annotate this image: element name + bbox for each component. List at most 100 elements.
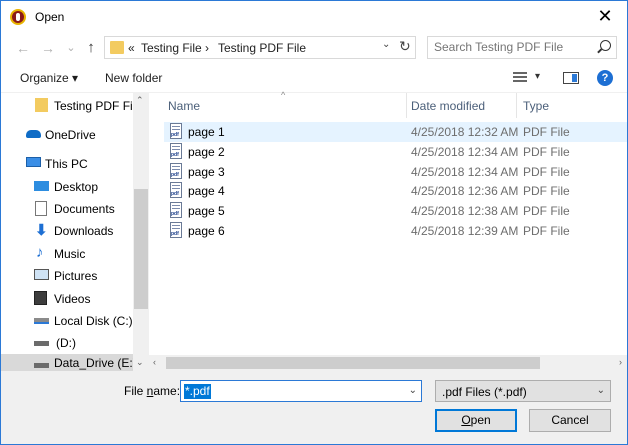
file-date: 4/25/2018 12:34 AM xyxy=(411,145,519,159)
file-name-label-part: File xyxy=(124,384,147,398)
pictures-icon xyxy=(34,269,49,280)
scroll-right-icon[interactable]: › xyxy=(619,357,622,367)
local-disk-icon xyxy=(34,318,49,324)
file-row[interactable]: page 6 4/25/2018 12:39 AM PDF File xyxy=(164,221,627,241)
file-name-field[interactable]: *.pdf ⌄ xyxy=(180,380,422,402)
nav-item-this-pc[interactable]: This PC xyxy=(1,153,133,175)
file-date: 4/25/2018 12:39 AM xyxy=(411,224,519,238)
chevron-down-icon[interactable]: ⌄ xyxy=(382,39,390,50)
column-header-name[interactable]: Name xyxy=(168,93,200,118)
window-title: Open xyxy=(35,10,65,24)
nav-item-music[interactable]: ♪ Music xyxy=(1,243,133,265)
organize-button[interactable]: Organize ▾ xyxy=(20,71,78,85)
breadcrumb-item-testing-pdf-file[interactable]: Testing PDF File xyxy=(218,41,306,55)
file-type: PDF File xyxy=(523,224,570,238)
nav-item-data-drive-e[interactable]: Data_Drive (E:) xyxy=(1,354,137,371)
nav-item-videos[interactable]: Videos xyxy=(1,288,133,310)
file-name-label-part: ame: xyxy=(153,384,181,398)
pdf-file-icon xyxy=(170,202,182,218)
chevron-down-icon[interactable]: ⌄ xyxy=(597,385,605,396)
view-dropdown-icon[interactable]: ▾ xyxy=(535,71,540,82)
file-date: 4/25/2018 12:32 AM xyxy=(411,125,519,139)
nav-item-downloads[interactable]: ⬇ Downloads xyxy=(1,220,133,242)
nav-item-label: Downloads xyxy=(54,224,114,238)
file-row[interactable]: page 2 4/25/2018 12:34 AM PDF File xyxy=(164,142,627,162)
search-icon[interactable] xyxy=(600,40,611,51)
nav-item-label: Testing PDF File xyxy=(54,99,143,113)
app-icon xyxy=(10,9,26,25)
onedrive-icon xyxy=(26,130,41,138)
open-button[interactable]: Open xyxy=(435,409,517,432)
toolbar: Organize ▾ New folder ▾ ? xyxy=(1,64,627,93)
nav-item-pictures[interactable]: Pictures xyxy=(1,265,133,287)
preview-pane-icon[interactable] xyxy=(563,72,579,84)
nav-item-label: OneDrive xyxy=(45,128,96,142)
file-name-label: File name: xyxy=(124,384,180,398)
nav-item-onedrive[interactable]: OneDrive xyxy=(1,124,133,146)
file-type: PDF File xyxy=(523,184,570,198)
file-type-value: .pdf Files (*.pdf) xyxy=(442,385,527,399)
nav-item-testing-pdf-file[interactable]: Testing PDF File xyxy=(1,95,142,117)
downloads-icon: ⬇ xyxy=(35,222,48,239)
file-type-select[interactable]: .pdf Files (*.pdf) ⌄ xyxy=(435,380,611,402)
breadcrumb-item-testing-file[interactable]: Testing File xyxy=(141,41,202,55)
file-name: page 5 xyxy=(188,204,225,218)
pdf-file-icon xyxy=(170,182,182,198)
file-row[interactable]: page 5 4/25/2018 12:38 AM PDF File xyxy=(164,201,627,221)
address-bar[interactable]: « Testing File › Testing PDF File ⌄ ↻ xyxy=(104,36,416,59)
forward-button[interactable]: → xyxy=(38,38,58,58)
column-separator[interactable] xyxy=(406,93,407,118)
file-row[interactable]: page 4 4/25/2018 12:36 AM PDF File xyxy=(164,181,627,201)
column-separator[interactable] xyxy=(516,93,517,118)
file-name: page 3 xyxy=(188,165,225,179)
refresh-icon[interactable]: ↻ xyxy=(399,38,411,55)
nav-item-documents[interactable]: Documents xyxy=(1,198,133,220)
content-area: Testing PDF File OneDrive This PC Deskto… xyxy=(1,90,627,371)
open-button-label: pen xyxy=(470,413,491,427)
nav-item-label: Music xyxy=(54,247,86,261)
breadcrumb-overflow[interactable]: « xyxy=(128,41,135,55)
scroll-up-icon[interactable]: ⌃ xyxy=(136,95,144,106)
music-icon: ♪ xyxy=(36,244,44,261)
search-input[interactable] xyxy=(434,40,594,54)
file-row[interactable]: page 1 4/25/2018 12:32 AM PDF File xyxy=(164,122,627,142)
file-name: page 2 xyxy=(188,145,225,159)
close-button[interactable]: ✕ xyxy=(583,1,627,32)
videos-icon xyxy=(34,291,47,305)
title-bar: Open ✕ xyxy=(1,1,627,32)
column-header-type[interactable]: Type xyxy=(523,93,549,118)
scrollbar-thumb[interactable] xyxy=(134,189,148,309)
column-header-date-modified[interactable]: Date modified xyxy=(411,93,485,118)
back-button[interactable]: ← xyxy=(13,38,33,58)
nav-pane-scrollbar[interactable]: ⌃ ⌄ xyxy=(133,93,149,371)
file-type: PDF File xyxy=(523,165,570,179)
file-type: PDF File xyxy=(523,204,570,218)
help-icon[interactable]: ? xyxy=(597,70,613,86)
view-options-icon[interactable] xyxy=(513,72,527,84)
nav-item-local-disk-c[interactable]: Local Disk (C:) xyxy=(1,310,133,332)
nav-item-desktop[interactable]: Desktop xyxy=(1,176,133,198)
recent-locations-button[interactable]: ⌄ xyxy=(61,38,81,58)
file-date: 4/25/2018 12:38 AM xyxy=(411,204,519,218)
open-button-accelerator: O xyxy=(461,413,471,427)
chevron-down-icon[interactable]: ⌄ xyxy=(409,385,417,396)
up-button[interactable]: ↑ xyxy=(81,38,101,58)
file-name: page 6 xyxy=(188,224,225,238)
new-folder-button[interactable]: New folder xyxy=(105,71,162,85)
file-row[interactable]: page 3 4/25/2018 12:34 AM PDF File xyxy=(164,162,627,182)
file-list-horizontal-scrollbar[interactable]: ‹ › xyxy=(149,355,627,371)
search-box[interactable] xyxy=(427,36,617,59)
file-name-value[interactable]: *.pdf xyxy=(184,384,211,399)
nav-item-label: Local Disk (C:) xyxy=(54,314,133,328)
drive-icon xyxy=(34,363,49,368)
nav-item-label: This PC xyxy=(45,157,88,171)
scroll-down-icon[interactable]: ⌄ xyxy=(136,357,144,368)
scroll-left-icon[interactable]: ‹ xyxy=(153,357,156,367)
file-name: page 4 xyxy=(188,184,225,198)
nav-item-drive-d[interactable]: (D:) xyxy=(1,332,133,354)
cancel-button[interactable]: Cancel xyxy=(529,409,611,432)
file-date: 4/25/2018 12:36 AM xyxy=(411,184,519,198)
scrollbar-thumb[interactable] xyxy=(166,357,540,369)
nav-item-label: Documents xyxy=(54,202,115,216)
breadcrumb-separator[interactable]: › xyxy=(205,41,209,55)
